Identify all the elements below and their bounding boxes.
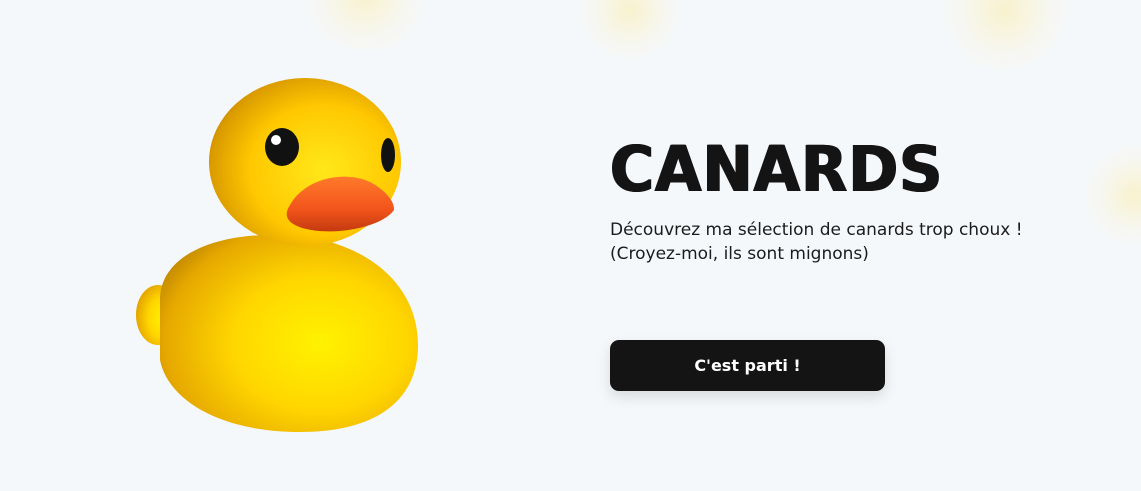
- eye-highlight: [271, 135, 281, 145]
- background-blob: [930, 0, 1080, 70]
- background-blob: [570, 0, 690, 60]
- background-blob: [290, 0, 440, 50]
- duck-eye-left: [265, 128, 299, 166]
- duck-illustration: [120, 70, 440, 440]
- page-title: CANARDS: [610, 133, 944, 207]
- rubber-duck-icon: [136, 78, 418, 432]
- duck-eye-right: [381, 138, 395, 172]
- hero-section: CANARDS Découvrez ma sélection de canard…: [610, 132, 1110, 266]
- cta-button[interactable]: C'est parti !: [610, 340, 885, 391]
- hero-subtitle: Découvrez ma sélection de canards trop c…: [610, 220, 1023, 264]
- duck-body: [160, 234, 418, 432]
